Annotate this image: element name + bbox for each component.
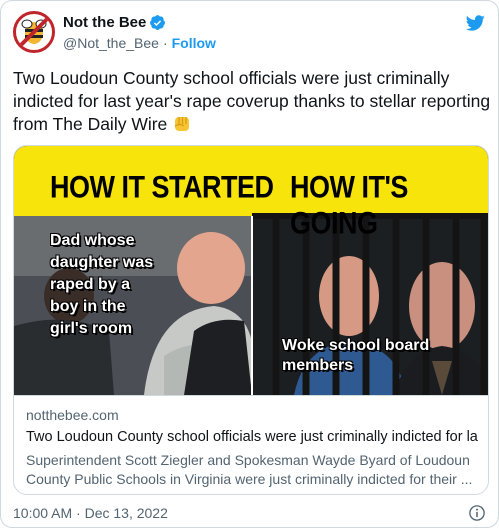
separator-dot: · xyxy=(162,35,168,51)
twitter-bird-icon[interactable] xyxy=(464,13,486,33)
card-description: Superintendent Scott Ziegler and Spokesm… xyxy=(26,452,473,487)
link-card[interactable]: HOW IT STARTED HOW IT'S GOING Dad whose … xyxy=(13,145,489,495)
author-handle[interactable]: @Not_the_Bee xyxy=(63,35,159,51)
card-title[interactable]: Two Loudoun County school officials were… xyxy=(26,428,478,447)
verified-badge-icon xyxy=(150,14,166,30)
follow-button[interactable]: Follow xyxy=(172,35,216,51)
meme-heading-right: HOW IT'S GOING xyxy=(290,170,408,241)
bee-logo-icon xyxy=(18,16,50,48)
info-icon[interactable] xyxy=(468,504,486,522)
meme-caption-left: Dad whose daughter was raped by a boy in… xyxy=(50,232,154,337)
meme-heading-left: HOW IT STARTED xyxy=(50,170,274,205)
tweet-header: Not the Bee @Not_the_Bee · Follow xyxy=(13,11,488,53)
meme-caption-right: Woke school board members xyxy=(282,337,430,374)
tweet-text: Two Loudoun County school officials were… xyxy=(13,67,491,136)
tweet-card: Not the Bee @Not_the_Bee · Follow Two Lo… xyxy=(0,0,499,528)
author-block: Not the Bee @Not_the_Bee · Follow xyxy=(63,13,216,52)
avatar[interactable] xyxy=(13,11,55,53)
tweet-text-body: Two Loudoun County school officials were… xyxy=(13,68,491,134)
tweet-timestamp[interactable]: 10:00 AM · Dec 13, 2022 xyxy=(13,505,168,521)
card-image[interactable]: HOW IT STARTED HOW IT'S GOING Dad whose … xyxy=(14,146,488,395)
author-name[interactable]: Not the Bee xyxy=(63,14,146,31)
card-domain[interactable]: notthebee.com xyxy=(26,406,478,424)
raised-fist-emoji-icon xyxy=(174,117,190,131)
card-details[interactable]: notthebee.com Two Loudoun County school … xyxy=(14,395,488,494)
tweet-footer: 10:00 AM · Dec 13, 2022 xyxy=(13,503,488,523)
